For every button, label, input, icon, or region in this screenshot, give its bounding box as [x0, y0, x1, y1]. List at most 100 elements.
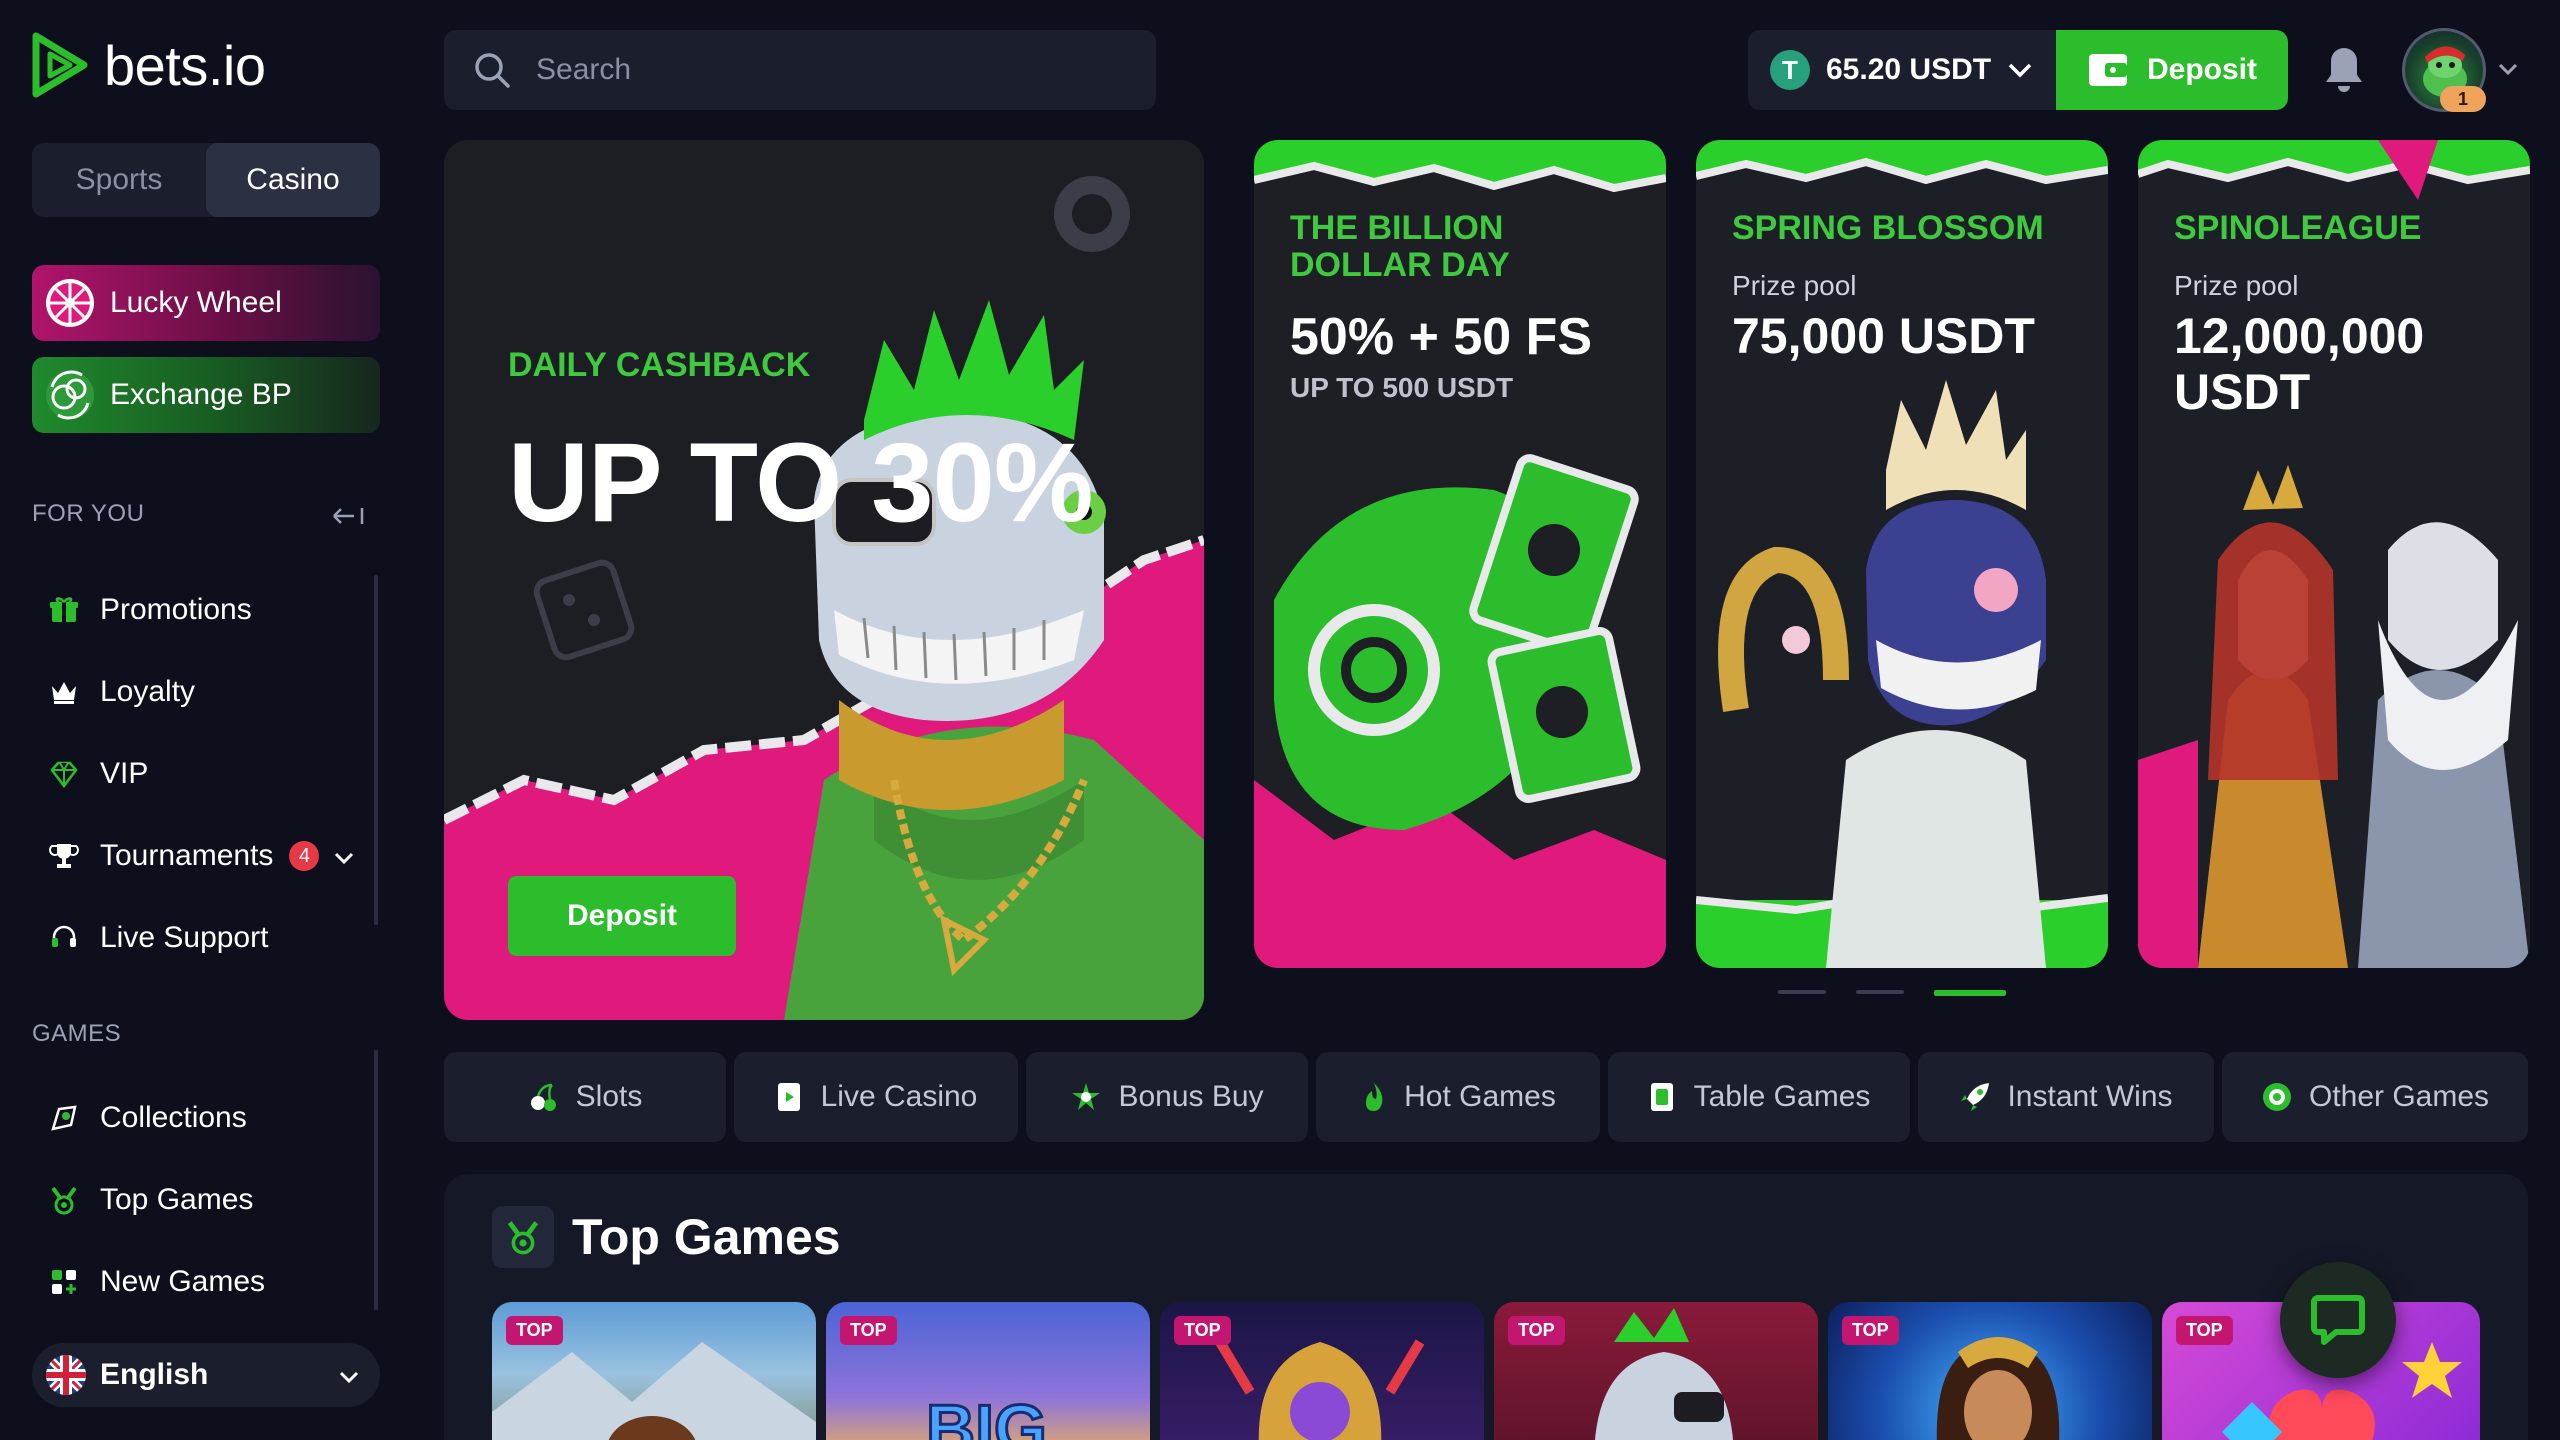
category-live-casino[interactable]: Live Casino [734, 1052, 1018, 1142]
nav-loyalty-label: Loyalty [100, 675, 196, 708]
chat-button[interactable] [2280, 1262, 2396, 1378]
top-games-title: Top Games [572, 1209, 841, 1265]
search-input[interactable] [536, 53, 1096, 87]
live-card-icon [777, 1083, 800, 1111]
nav-loyalty[interactable]: Loyalty [48, 662, 195, 722]
collections-icon [48, 1102, 80, 1134]
nav-new-games[interactable]: New Games [48, 1252, 265, 1312]
chevron-down-icon[interactable] [333, 841, 355, 872]
diamond-icon [48, 758, 80, 790]
hero-kicker: DAILY CASHBACK [508, 346, 811, 384]
nav-collections[interactable]: Collections [48, 1088, 247, 1148]
table-card-icon [1650, 1083, 1673, 1111]
language-label: English [100, 1358, 209, 1391]
game-tile[interactable]: TOP [492, 1302, 816, 1440]
wheel-icon [46, 279, 94, 327]
game-tile[interactable]: BIG TOP [826, 1302, 1150, 1440]
lucky-wheel-label: Lucky Wheel [110, 286, 282, 319]
bell-icon[interactable] [2322, 44, 2366, 94]
hero-deposit-button[interactable]: Deposit [508, 876, 736, 956]
gift-icon [48, 594, 80, 626]
brand-name: bets.io [104, 33, 266, 97]
prize-pool-value: 75,000 USDT [1732, 308, 2035, 364]
crown-icon [48, 676, 80, 708]
carousel-dot-active[interactable] [1934, 990, 2006, 996]
top-tag: TOP [506, 1316, 563, 1345]
headset-icon [48, 922, 80, 954]
casino-tab[interactable]: Casino [206, 143, 380, 217]
nav-new-games-label: New Games [100, 1265, 266, 1298]
promo-card-kicker: THE BILLION DOLLAR DAY [1290, 209, 1510, 285]
deposit-button[interactable]: Deposit [2056, 30, 2288, 110]
nav-promotions-label: Promotions [100, 593, 252, 626]
game-tile[interactable]: TOP [1494, 1302, 1818, 1440]
category-bonus-buy[interactable]: Bonus Buy [1026, 1052, 1308, 1142]
promo-card-spring-blossom[interactable]: SPRING BLOSSOM Prize pool 75,000 USDT [1696, 140, 2108, 968]
medal-icon [492, 1206, 554, 1268]
promo-card-billion-dollar-day[interactable]: THE BILLION DOLLAR DAY 50% + 50 FS UP TO… [1254, 140, 1666, 968]
collapse-sidebar-button[interactable] [328, 496, 368, 536]
for-you-heading: FOR YOU [32, 500, 145, 527]
exchange-bp-label: Exchange BP [110, 378, 292, 411]
balance-amount: 65.20 USDT [1826, 53, 1992, 86]
chevron-down-icon[interactable] [2498, 54, 2518, 82]
sidebar-scrollbar-lower[interactable] [374, 1050, 378, 1310]
game-tile[interactable]: TOP [1828, 1302, 2152, 1440]
logo-icon [32, 32, 88, 98]
chevron-down-icon [2008, 63, 2032, 78]
top-games-header: Top Games [492, 1206, 841, 1268]
nav-collections-label: Collections [100, 1101, 247, 1134]
logo[interactable]: bets.io [30, 30, 266, 100]
promo-card-kicker: SPINOLEAGUE [2174, 209, 2422, 247]
wallet-balance-select[interactable]: T 65.20 USDT [1748, 30, 2056, 110]
sidebar-scrollbar[interactable] [374, 575, 378, 925]
language-select[interactable]: English [32, 1343, 380, 1407]
prize-pool-label: Prize pool [2174, 270, 2299, 301]
nav-tournaments[interactable]: Tournaments 4 [48, 826, 355, 886]
search-bar[interactable] [444, 30, 1156, 110]
sidebar: bets.io Sports Casino Lucky Wheel Exchan… [0, 0, 412, 1440]
nav-live-support[interactable]: Live Support [48, 908, 268, 968]
mode-switch: Sports Casino [32, 143, 380, 217]
nav-top-games[interactable]: Top Games [48, 1170, 253, 1230]
uk-flag-icon [46, 1355, 86, 1395]
casino-lobby: bets.io Sports Casino Lucky Wheel Exchan… [0, 0, 2560, 1440]
chip-icon [2262, 1083, 2291, 1111]
promo-card-headline: 50% + 50 FS [1290, 308, 1593, 366]
promo-card-spinoleague[interactable]: SPINOLEAGUE Prize pool 12,000,000 USDT [2138, 140, 2530, 968]
category-other-games[interactable]: Other Games [2222, 1052, 2528, 1142]
category-hot-games[interactable]: Hot Games [1316, 1052, 1600, 1142]
trophy-icon [48, 840, 80, 872]
sports-tab[interactable]: Sports [32, 143, 206, 217]
category-instant-wins[interactable]: Instant Wins [1918, 1052, 2214, 1142]
collapse-arrow-icon [333, 508, 364, 524]
chevron-down-icon [338, 1360, 360, 1391]
top-tag: TOP [840, 1316, 897, 1345]
carousel-dot[interactable] [1778, 990, 1826, 994]
bonus-icon [1072, 1083, 1101, 1110]
top-tag: TOP [1842, 1316, 1899, 1345]
lucky-wheel-button[interactable]: Lucky Wheel [32, 265, 380, 341]
wallet-icon [2088, 54, 2127, 86]
flame-icon [1366, 1083, 1383, 1111]
nav-vip-label: VIP [100, 757, 149, 790]
promo-card-subline: UP TO 500 USDT [1290, 372, 1514, 403]
exchange-bp-button[interactable]: Exchange BP [32, 357, 380, 433]
rocket-icon [1961, 1083, 1990, 1111]
category-slots[interactable]: Slots [444, 1052, 726, 1142]
usdt-coin-icon: T [1770, 50, 1810, 90]
deposit-label: Deposit [2146, 53, 2257, 86]
carousel-dot[interactable] [1856, 990, 1904, 994]
game-tile[interactable]: TOP [1160, 1302, 1484, 1440]
hero-banner[interactable]: DAILY CASHBACK UP TO 30% Deposit [444, 140, 1204, 1020]
nav-promotions[interactable]: Promotions [48, 580, 252, 640]
category-table-games[interactable]: Table Games [1608, 1052, 1910, 1142]
nav-vip[interactable]: VIP [48, 744, 148, 804]
category-label: Slots [575, 1080, 643, 1113]
tile-big-text: BIG [926, 1391, 1047, 1440]
user-avatar[interactable]: 1 [2402, 28, 2486, 112]
games-heading: GAMES [32, 1020, 122, 1047]
category-label: Table Games [1693, 1080, 1871, 1113]
top-tag: TOP [2176, 1316, 2233, 1345]
category-label: Bonus Buy [1118, 1080, 1264, 1113]
